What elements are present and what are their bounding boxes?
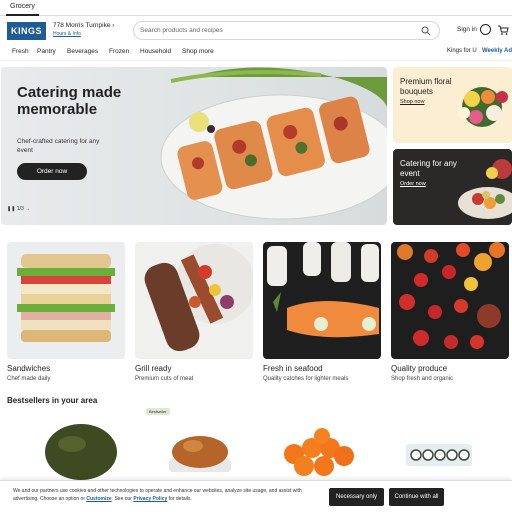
continue-with-all-button[interactable]: Continue with all: [389, 488, 444, 506]
bestseller-badge: Bestseller: [146, 408, 170, 415]
kings-logo[interactable]: KINGS: [7, 22, 46, 40]
arrow-right-icon[interactable]: →: [25, 206, 30, 212]
promo-floral-title: Premium floral bouquets: [400, 77, 452, 96]
search-bar[interactable]: Search products and recipes: [133, 21, 440, 40]
category-title-grill[interactable]: Grill ready: [135, 364, 171, 373]
nav-beverages[interactable]: Beverages: [67, 48, 98, 55]
chevron-right-icon: ›: [112, 22, 115, 29]
pause-icon[interactable]: ❚❚: [7, 206, 15, 212]
cart-icon[interactable]: [497, 24, 509, 36]
hero-order-now-button[interactable]: Order now: [17, 163, 87, 180]
hero-title: Catering made memorable: [17, 84, 122, 118]
tomatoes-image: [397, 242, 505, 349]
category-card-seafood[interactable]: [263, 242, 381, 359]
nav-shop-more[interactable]: Shop more: [182, 48, 214, 55]
category-subtitle-grill: Premium cuts of meat: [135, 376, 194, 382]
sandwich-image: [17, 254, 115, 342]
search-icon[interactable]: [421, 26, 431, 36]
nav-household[interactable]: Household: [140, 48, 171, 55]
signin-link[interactable]: Sign in: [457, 26, 477, 33]
nav-fresh[interactable]: Fresh: [12, 48, 29, 55]
hero-banner[interactable]: Catering made memorable Chef-crafted cat…: [1, 67, 387, 225]
category-card-produce[interactable]: [391, 242, 509, 359]
category-title-seafood[interactable]: Fresh in seafood: [263, 364, 323, 373]
category-subtitle-sandwiches: Chef made daily: [7, 376, 51, 382]
category-title-sandwiches[interactable]: Sandwiches: [7, 364, 50, 373]
privacy-policy-link[interactable]: Privacy Policy: [133, 496, 167, 502]
tab-grocery[interactable]: Grocery: [6, 0, 39, 16]
promo-floral[interactable]: Premium floral bouquets Shop now: [393, 67, 512, 143]
salmon-fillet-image: [267, 242, 379, 338]
customize-link[interactable]: Customize: [86, 496, 111, 502]
product-oranges[interactable]: [282, 428, 356, 478]
necessary-only-button[interactable]: Necessary only: [329, 488, 384, 506]
top-tab-bar: Grocery: [0, 0, 512, 16]
hours-info-link[interactable]: Hours & Info: [53, 31, 114, 37]
store-selector[interactable]: 778 Morris Turnpike › Hours & Info: [53, 22, 114, 37]
salmon-platter-image: [160, 67, 387, 220]
user-icon[interactable]: [480, 24, 491, 35]
promo-floral-link[interactable]: Shop now: [400, 99, 424, 105]
product-sushi[interactable]: [404, 440, 474, 468]
category-subtitle-produce: Shop fresh and organic: [391, 376, 454, 382]
promo-catering[interactable]: Catering for any event Order now: [393, 149, 512, 225]
category-card-sandwiches[interactable]: [7, 242, 125, 359]
slide-counter: 1/3: [16, 206, 24, 212]
header: KINGS 778 Morris Turnpike › Hours & Info…: [0, 16, 512, 44]
cookie-text-part: . See our: [111, 496, 134, 502]
cookie-text-part: for details.: [167, 496, 192, 502]
category-title-produce[interactable]: Quality produce: [391, 364, 447, 373]
product-avocado[interactable]: [42, 422, 120, 480]
grilled-meat-image: [144, 244, 253, 352]
promo-catering-title: Catering for any event: [400, 159, 457, 178]
product-rotisserie-chicken[interactable]: [165, 430, 235, 476]
hero-subtitle: Chef-crafted catering for any event: [17, 138, 100, 154]
store-address: 778 Morris Turnpike: [53, 22, 111, 29]
nav-weekly-ad[interactable]: Weekly Ad: [482, 48, 512, 54]
main-nav: Fresh Pantry Beverages Frozen Household …: [0, 45, 512, 61]
category-card-grill[interactable]: [135, 242, 253, 359]
nav-kings-for-u[interactable]: Kings for U: [447, 48, 477, 54]
nav-frozen[interactable]: Frozen: [109, 48, 129, 55]
category-subtitle-seafood: Quality catches for lighter meals: [263, 376, 349, 382]
promo-catering-link[interactable]: Order now: [400, 181, 426, 187]
search-input[interactable]: Search products and recipes: [140, 27, 223, 34]
bestsellers-heading: Bestsellers in your area: [7, 396, 98, 405]
carousel-controls: ❚❚ 1/3 →: [7, 206, 30, 212]
nav-pantry[interactable]: Pantry: [37, 48, 56, 55]
cookie-text: We and our partners use cookies and othe…: [13, 487, 313, 503]
cookie-banner: We and our partners use cookies and othe…: [0, 480, 512, 512]
